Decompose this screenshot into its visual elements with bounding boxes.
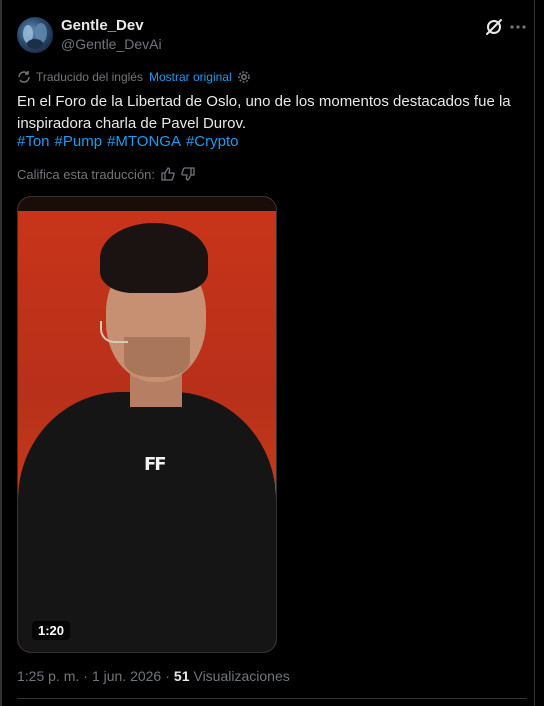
- timeline-border-right: [534, 0, 535, 706]
- avatar-shape: [27, 39, 43, 49]
- tweet-meta: 1:25 p. m. · 1 jun. 2026 · 51 Visualizac…: [17, 668, 290, 684]
- video-duration-badge: 1:20: [32, 621, 71, 640]
- tweet-time[interactable]: 1:25 p. m.: [17, 668, 79, 684]
- video-player[interactable]: FF 1:20: [17, 196, 277, 653]
- thumbs-up-icon[interactable]: [161, 167, 175, 181]
- rate-translation-row: Califica esta traducción:: [17, 165, 195, 183]
- tweet-date[interactable]: 1 jun. 2026: [92, 668, 161, 684]
- rate-translation-label: Califica esta traducción:: [17, 166, 156, 182]
- gear-icon[interactable]: [237, 70, 251, 84]
- hashtag-link[interactable]: #MTONGA: [107, 133, 181, 150]
- show-original-link[interactable]: Mostrar original: [149, 70, 232, 84]
- headset-mic: [100, 321, 128, 343]
- video-figure-hair: [100, 223, 208, 293]
- translation-row: Traducido del inglés Mostrar original: [17, 68, 251, 86]
- video-letterbox: [18, 197, 276, 211]
- meta-separator: ·: [165, 668, 170, 684]
- shirt-logo: FF: [144, 454, 167, 475]
- hashtag-link[interactable]: #Ton: [17, 133, 50, 150]
- avatar[interactable]: [17, 17, 53, 53]
- hashtag-link[interactable]: #Crypto: [186, 133, 239, 150]
- translate-icon: [17, 70, 31, 84]
- divider: [17, 698, 527, 699]
- video-figure-beard: [124, 337, 190, 377]
- views-count[interactable]: 51: [174, 668, 190, 684]
- timeline-border-left: [0, 0, 2, 706]
- meta-separator: ·: [83, 668, 88, 684]
- grok-icon[interactable]: [484, 17, 504, 37]
- hashtags: #Ton #Pump #MTONGA #Crypto: [17, 131, 244, 153]
- hashtag-link[interactable]: #Pump: [55, 133, 103, 150]
- author-name[interactable]: Gentle_Dev: [61, 17, 144, 34]
- thumbs-down-icon[interactable]: [181, 167, 195, 181]
- tweet-text: En el Foro de la Libertad de Oslo, uno d…: [17, 93, 511, 132]
- more-icon[interactable]: [508, 17, 528, 37]
- author-handle[interactable]: @Gentle_DevAi: [61, 36, 162, 52]
- views-label[interactable]: Visualizaciones: [193, 668, 289, 684]
- translation-label: Traducido del inglés: [36, 70, 143, 84]
- video-figure-body: [18, 392, 276, 652]
